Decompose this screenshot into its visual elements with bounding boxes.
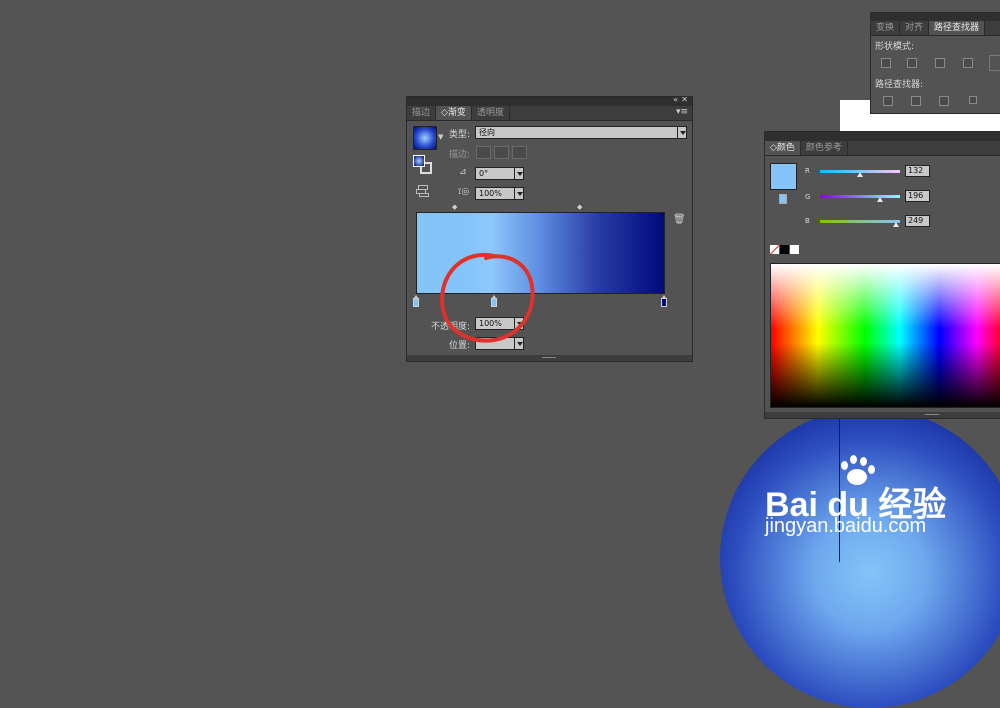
tab-pathfinder[interactable]: 路径查找器 — [929, 21, 986, 35]
close-icon[interactable]: ✕ — [681, 95, 688, 104]
panel-titlebar[interactable] — [765, 132, 1000, 141]
aspect-ratio-dropdown-button[interactable] — [514, 187, 524, 200]
tab-stroke[interactable]: 描边 — [407, 106, 437, 120]
gradient-stop-left[interactable] — [413, 295, 419, 307]
type-select[interactable]: 径向 — [475, 126, 678, 139]
merge-icon[interactable] — [939, 96, 949, 106]
b-input[interactable]: 249 — [905, 215, 930, 227]
g-slider[interactable] — [820, 195, 900, 198]
stroke-along-icon[interactable] — [494, 146, 509, 159]
color-panel: ◇颜色 颜色参考 R 132 G 196 B 249 — [764, 131, 1000, 419]
panel-titlebar[interactable] — [871, 13, 1000, 21]
tab-transform[interactable]: 变换 — [871, 21, 901, 35]
angle-icon: ⊿ — [459, 167, 467, 177]
midpoint-diamond[interactable]: ◆ — [577, 203, 582, 211]
aspect-ratio-input[interactable]: 100% — [475, 187, 515, 200]
tab-color-guide[interactable]: 颜色参考 — [801, 141, 848, 155]
crop-icon[interactable] — [969, 96, 977, 104]
none-swatch[interactable] — [770, 245, 779, 254]
angle-dropdown-button[interactable] — [514, 167, 524, 180]
gradient-stop-right[interactable] — [661, 295, 667, 307]
stroke-swatch-icon[interactable] — [779, 194, 787, 204]
panel-resize-handle[interactable] — [765, 412, 1000, 418]
tab-transparency[interactable]: 透明度 — [472, 106, 510, 120]
tab-gradient[interactable]: ◇渐变 — [436, 106, 472, 120]
watermark-url: jingyan.baidu.com — [765, 515, 927, 537]
stroke-within-icon[interactable] — [476, 146, 491, 159]
stroke-label: 描边: — [449, 150, 471, 160]
radial-gradient-shape[interactable] — [720, 408, 1000, 708]
panel-resize-handle[interactable] — [407, 355, 692, 361]
type-label: 类型: — [449, 130, 471, 140]
panel-menu-icon[interactable]: ▾≡ — [676, 107, 688, 121]
unite-icon[interactable] — [881, 58, 891, 68]
divide-icon[interactable] — [883, 96, 893, 106]
r-label: R — [805, 167, 810, 175]
intersect-icon[interactable] — [935, 58, 945, 68]
red-annotation-circle — [439, 252, 535, 343]
color-swatch[interactable] — [770, 163, 797, 190]
minus-front-icon[interactable] — [907, 58, 917, 68]
tab-align[interactable]: 对齐 — [900, 21, 930, 35]
stroke-across-icon[interactable] — [512, 146, 527, 159]
g-input[interactable]: 196 — [905, 190, 930, 202]
midpoint-diamond[interactable]: ◆ — [452, 203, 457, 211]
gradient-annotator-icon[interactable] — [416, 185, 429, 197]
b-slider[interactable] — [820, 220, 900, 223]
pathfinder-panel: 变换 对齐 路径查找器 形状模式: 路径查找器: — [870, 12, 1000, 114]
type-dropdown-button[interactable] — [677, 126, 687, 139]
watermark: Bai du 经验 jingyan.baidu.com — [765, 455, 1000, 555]
gradient-preview-swatch[interactable] — [413, 126, 437, 150]
shape-modes-label: 形状模式: — [875, 42, 915, 52]
chevron-down-icon[interactable]: ▼ — [438, 133, 443, 141]
angle-input[interactable]: 0° — [475, 167, 515, 180]
aspect-ratio-icon: ⟟◎ — [458, 187, 470, 197]
white-swatch[interactable] — [790, 245, 799, 254]
r-slider-thumb[interactable] — [857, 172, 863, 177]
g-slider-thumb[interactable] — [877, 197, 883, 202]
expand-button[interactable] — [989, 55, 1000, 71]
collapse-icon[interactable]: « — [673, 95, 678, 104]
fill-stroke-icon[interactable] — [412, 154, 434, 176]
exclude-icon[interactable] — [963, 58, 973, 68]
panel-titlebar[interactable]: « ✕ — [407, 95, 692, 106]
g-label: G — [805, 193, 811, 201]
tab-color[interactable]: ◇颜色 — [765, 141, 801, 155]
color-spectrum[interactable] — [770, 263, 1000, 408]
trim-icon[interactable] — [911, 96, 921, 106]
b-label: B — [805, 217, 810, 225]
pathfinders-label: 路径查找器: — [875, 80, 924, 90]
trash-icon[interactable]: 🗑 — [673, 214, 686, 225]
b-slider-thumb[interactable] — [893, 222, 899, 227]
black-swatch[interactable] — [780, 245, 789, 254]
r-input[interactable]: 132 — [905, 165, 930, 177]
